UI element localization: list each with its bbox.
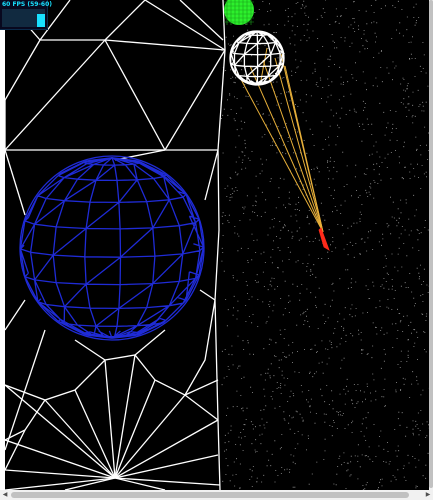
trajectory-line — [260, 47, 268, 81]
scroll-right-arrow-icon[interactable]: ▶ — [423, 490, 433, 500]
vertical-scrollbar[interactable] — [429, 0, 433, 490]
terrain-edge — [5, 469, 116, 479]
terrain-edge — [104, 39, 166, 151]
trajectory-line — [236, 71, 324, 233]
blue-wireframe-planet — [19, 155, 205, 341]
terrain-edge — [204, 149, 219, 201]
terrain-edge — [74, 339, 106, 361]
fps-graph — [2, 9, 45, 27]
terrain-edge — [114, 354, 136, 479]
terrain-edge — [5, 429, 26, 471]
terrain-edge — [184, 299, 216, 396]
terrain-edge — [199, 289, 216, 301]
terrain-mesh — [5, 0, 226, 490]
game-viewport[interactable] — [5, 0, 429, 490]
terrain-edge — [164, 49, 226, 151]
trajectory-line — [274, 57, 324, 233]
terrain-edge — [5, 39, 41, 101]
terrain-edge — [114, 454, 219, 479]
terrain-edge — [5, 39, 106, 151]
trajectory-line — [280, 53, 324, 233]
terrain-edge — [114, 419, 219, 479]
scroll-left-arrow-icon[interactable]: ◀ — [0, 490, 10, 500]
ship-hull — [318, 227, 330, 251]
terrain-edge — [114, 394, 186, 479]
terrain-edge — [214, 0, 226, 490]
blue-planet-mesh — [19, 157, 205, 339]
scene-canvas — [5, 0, 429, 490]
terrain-edge — [179, 0, 224, 41]
horizontal-scrollbar[interactable]: ◀ ▶ — [0, 490, 433, 500]
red-spaceship — [318, 227, 330, 251]
terrain-edge — [5, 354, 219, 421]
white-wireframe-planet — [229, 30, 285, 86]
blue-planet-mesh-outline — [19, 155, 205, 341]
terrain-edge — [5, 299, 26, 331]
trajectory-line — [249, 65, 324, 233]
terrain-edge — [64, 477, 116, 490]
terrain-edge — [5, 477, 116, 490]
terrain-edge — [104, 0, 146, 41]
green-planet — [224, 0, 254, 25]
terrain-edge — [5, 149, 26, 216]
terrain-edge — [40, 39, 226, 51]
terrain-edge — [144, 0, 226, 51]
fps-readout: 60 FPS (59-60) — [2, 1, 53, 8]
vertical-scrollbar-thumb[interactable] — [429, 0, 433, 488]
terrain-edge — [114, 379, 156, 479]
fps-graph-bar — [37, 13, 45, 27]
trajectory-lines — [236, 47, 324, 233]
fps-stats-panel[interactable]: 60 FPS (59-60) — [0, 0, 52, 30]
horizontal-scrollbar-thumb[interactable] — [11, 492, 409, 498]
